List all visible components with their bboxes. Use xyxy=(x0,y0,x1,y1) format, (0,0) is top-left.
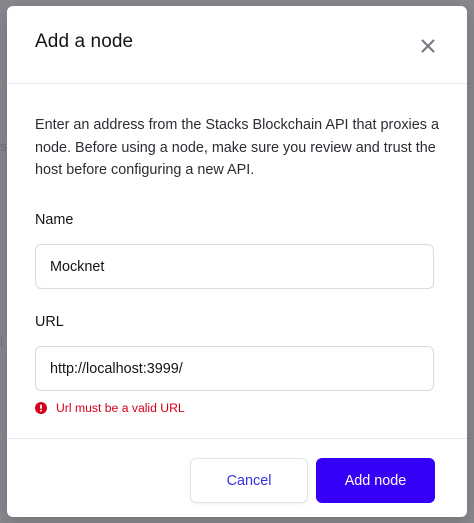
name-label: Name xyxy=(35,212,74,228)
url-error-text: Url must be a valid URL xyxy=(56,401,185,415)
add-node-button[interactable]: Add node xyxy=(316,458,435,503)
dialog-footer: Cancel Add node xyxy=(7,438,467,517)
url-input[interactable] xyxy=(35,346,434,391)
error-circle-icon xyxy=(35,402,47,414)
dialog-title: Add a node xyxy=(35,31,134,52)
close-icon xyxy=(421,39,435,53)
dialog-description: Enter an address from the Stacks Blockch… xyxy=(35,117,439,178)
close-button[interactable] xyxy=(417,35,439,57)
cancel-button[interactable]: Cancel xyxy=(190,458,308,503)
url-label: URL xyxy=(35,314,64,330)
url-error-message: Url must be a valid URL xyxy=(35,400,185,416)
add-node-dialog: Add a node Enter an address from the Sta… xyxy=(7,6,467,517)
dialog-header: Add a node xyxy=(7,6,467,84)
name-input[interactable] xyxy=(35,244,434,289)
